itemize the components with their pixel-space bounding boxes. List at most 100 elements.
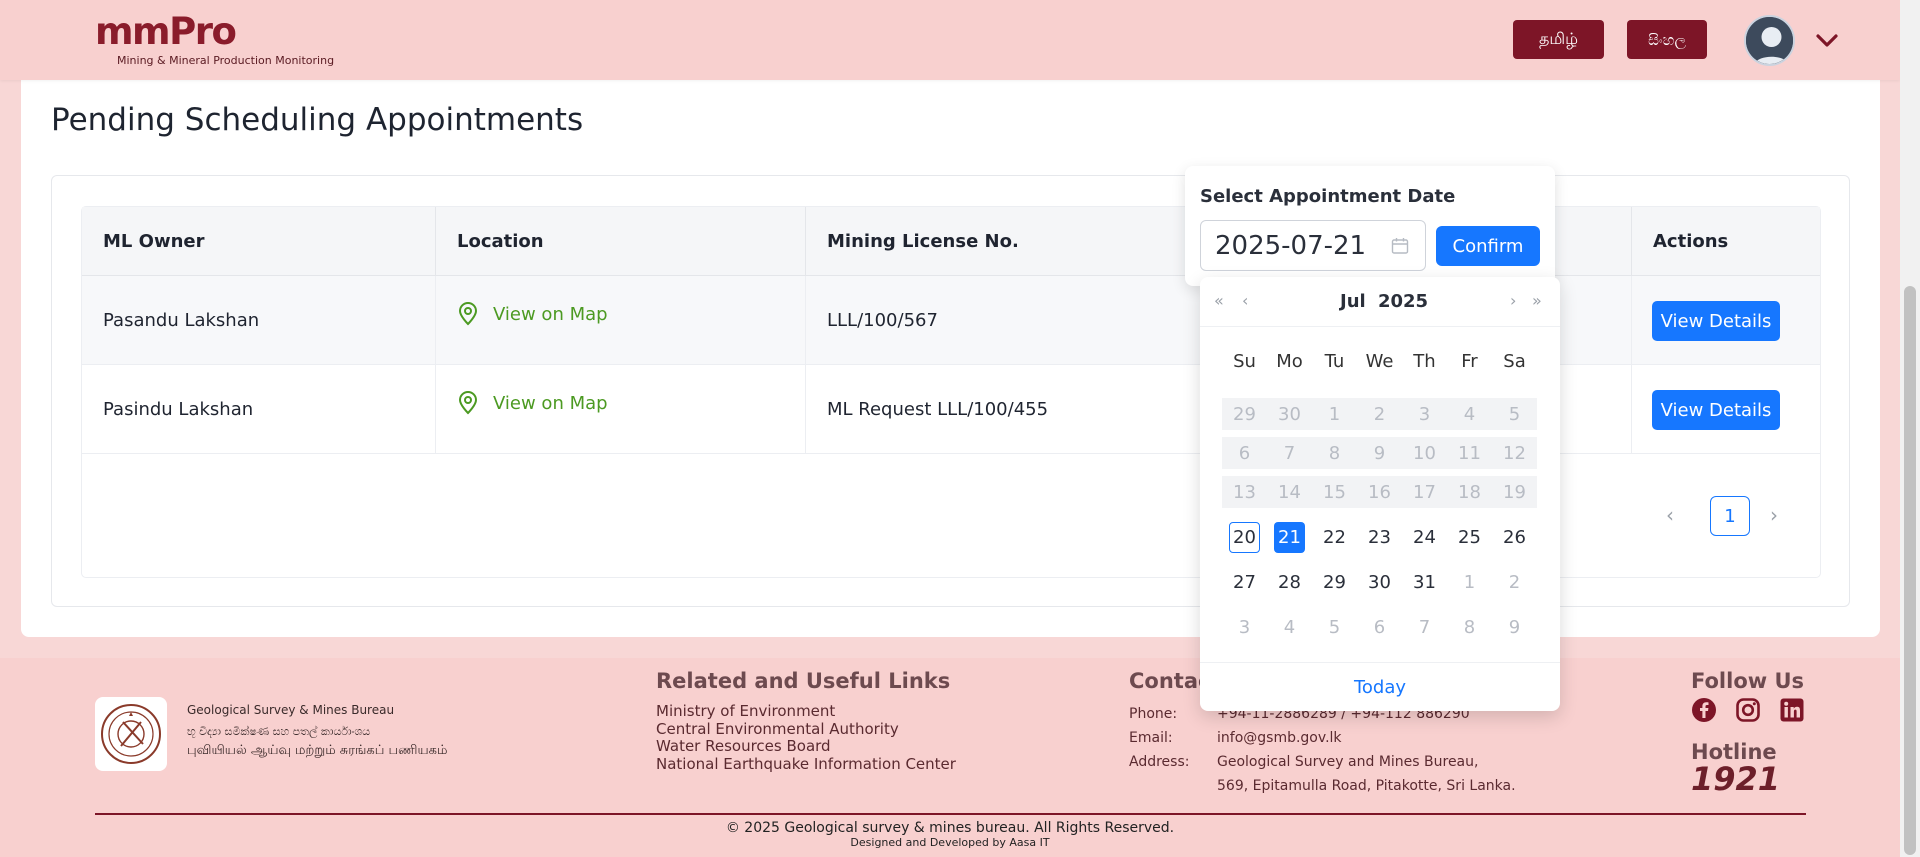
footer-divider: [95, 813, 1806, 815]
calendar-day[interactable]: 26: [1492, 527, 1537, 548]
appointment-date-input[interactable]: 2025-07-21: [1200, 220, 1426, 271]
calendar-day[interactable]: 24: [1402, 527, 1447, 548]
copyright-text: © 2025 Geological survey & mines bureau.…: [725, 820, 1175, 836]
linkedin-icon[interactable]: [1779, 697, 1805, 723]
calendar-day[interactable]: 22: [1312, 527, 1357, 548]
calendar-day-disabled: 4: [1463, 403, 1476, 425]
view-details-button[interactable]: View Details: [1652, 390, 1780, 430]
org-name-sinhala: භූ විද්‍යා සමීක්ෂණ සහ පතල් කාර්යාංශය: [187, 725, 371, 738]
prev-month-button[interactable]: ‹: [1242, 291, 1248, 310]
cell-owner: Pasandu Lakshan: [82, 276, 436, 365]
cell-owner: Pasindu Lakshan: [82, 365, 436, 454]
calendar-day-selected[interactable]: 21: [1267, 522, 1312, 553]
calendar-day-next-month[interactable]: 2: [1492, 572, 1537, 593]
calendar-day-disabled: 18: [1458, 481, 1481, 503]
today-button[interactable]: Today: [1200, 662, 1560, 711]
date-input-value: 2025-07-21: [1215, 230, 1367, 261]
calendar-day-disabled: 17: [1413, 481, 1436, 503]
popup-title: Select Appointment Date: [1200, 186, 1456, 207]
calendar-day-disabled: 9: [1373, 442, 1386, 464]
calendar-day-disabled: 12: [1503, 442, 1526, 464]
cell-license: LLL/100/567: [827, 310, 938, 331]
calendar-day[interactable]: 31: [1402, 572, 1447, 593]
calendar-day-next-month[interactable]: 9: [1492, 617, 1537, 638]
facebook-icon[interactable]: [1691, 697, 1717, 723]
calendar-day-next-month[interactable]: 5: [1312, 617, 1357, 638]
calendar-day-grid: 29 30 1 2 3 4 5 6 7 8 9 10 11 12 13 14 1…: [1222, 392, 1537, 650]
page-scrollbar[interactable]: [1900, 0, 1920, 857]
calendar-day[interactable]: 25: [1447, 527, 1492, 548]
language-sinhala-button[interactable]: සිංහල: [1627, 20, 1707, 59]
calendar-day-today[interactable]: 20: [1222, 522, 1267, 553]
view-on-map-link[interactable]: View on Map: [457, 391, 608, 415]
calendar-day[interactable]: 30: [1357, 572, 1402, 593]
user-avatar-icon: [1746, 17, 1793, 64]
calendar-day[interactable]: 23: [1357, 527, 1402, 548]
user-avatar[interactable]: [1744, 15, 1795, 66]
weekday-label: Sa: [1503, 351, 1526, 372]
calendar-year[interactable]: 2025: [1378, 291, 1428, 312]
calendar-day-next-month[interactable]: 4: [1267, 617, 1312, 638]
calendar-month[interactable]: Jul: [1340, 291, 1366, 312]
calendar-day-disabled: 13: [1233, 481, 1256, 503]
language-tamil-button[interactable]: தமிழ்: [1513, 20, 1604, 59]
date-picker-calendar: « ‹ Jul 2025 › » Su Mo Tu We Th Fr Sa 29…: [1200, 277, 1560, 711]
calendar-day-next-month[interactable]: 3: [1222, 617, 1267, 638]
calendar-week-row: 20 21 22 23 24 25 26: [1222, 515, 1537, 560]
column-header-license: Mining License No.: [827, 231, 1019, 252]
calendar-day[interactable]: 29: [1312, 572, 1357, 593]
org-name: Geological Survey & Mines Bureau: [187, 703, 395, 717]
calendar-day-disabled: 29: [1233, 403, 1256, 425]
calendar-day-disabled: 1: [1328, 403, 1341, 425]
view-on-map-link[interactable]: View on Map: [457, 302, 608, 326]
table-header-row: ML Owner Location Mining License No. Act…: [82, 207, 1820, 276]
email-value[interactable]: info@gsmb.gov.lk: [1217, 726, 1342, 750]
footer-link[interactable]: Ministry of Environment: [656, 702, 956, 721]
calendar-day[interactable]: 28: [1267, 572, 1312, 593]
column-header-owner: ML Owner: [82, 207, 436, 276]
gsmb-seal-icon: [101, 704, 161, 764]
pagination-prev-button[interactable]: ‹: [1666, 503, 1674, 527]
logo-subtitle: Mining & Mineral Production Monitoring: [117, 54, 335, 67]
calendar-day[interactable]: 27: [1222, 572, 1267, 593]
address-label: Address:: [1129, 754, 1190, 770]
next-year-button[interactable]: »: [1532, 291, 1542, 310]
top-header: mmPro Mining & Mineral Production Monito…: [0, 0, 1900, 80]
calendar-day-next-month[interactable]: 1: [1447, 572, 1492, 593]
view-on-map-label: View on Map: [493, 303, 608, 325]
pagination-page-button[interactable]: 1: [1710, 496, 1750, 536]
footer-link[interactable]: National Earthquake Information Center: [656, 755, 956, 774]
calendar-day-next-month[interactable]: 7: [1402, 617, 1447, 638]
calendar-day-next-month[interactable]: 8: [1447, 617, 1492, 638]
weekday-header-row: Su Mo Tu We Th Fr Sa: [1222, 351, 1537, 372]
next-month-button[interactable]: ›: [1510, 291, 1516, 310]
calendar-day-next-month[interactable]: 6: [1357, 617, 1402, 638]
phone-label: Phone:: [1129, 706, 1178, 722]
confirm-button[interactable]: Confirm: [1436, 226, 1540, 266]
calendar-day-disabled: 11: [1458, 442, 1481, 464]
calendar-day-disabled: 3: [1418, 403, 1431, 425]
view-details-button[interactable]: View Details: [1652, 301, 1780, 341]
chevron-down-icon[interactable]: [1813, 26, 1841, 54]
view-on-map-label: View on Map: [493, 392, 608, 414]
address-line-1: Geological Survey and Mines Bureau,: [1217, 754, 1479, 770]
pagination-next-button[interactable]: ›: [1770, 503, 1778, 527]
prev-year-button[interactable]: «: [1214, 291, 1224, 310]
calendar-day-disabled: 16: [1368, 481, 1391, 503]
calendar-day-disabled: 5: [1508, 403, 1521, 425]
calendar-week-row: 29 30 1 2 3 4 5: [1222, 398, 1537, 430]
scrollbar-thumb[interactable]: [1904, 286, 1916, 855]
calendar-day-disabled: 10: [1413, 442, 1436, 464]
calendar-day-disabled: 14: [1278, 481, 1301, 503]
instagram-icon[interactable]: [1735, 697, 1761, 723]
social-links: [1691, 697, 1805, 723]
footer-link[interactable]: Water Resources Board: [656, 737, 956, 756]
calendar-week-row: 6 7 8 9 10 11 12: [1222, 437, 1537, 469]
calendar-header: « ‹ Jul 2025 › »: [1200, 277, 1560, 327]
cell-license: ML Request LLL/100/455: [827, 399, 1049, 420]
calendar-day-label: 21: [1274, 522, 1305, 553]
app-logo[interactable]: mmPro Mining & Mineral Production Monito…: [95, 12, 335, 68]
address-line-2: 569, Epitamulla Road, Pitakotte, Sri Lan…: [1217, 778, 1516, 794]
calendar-day-label: 20: [1229, 522, 1260, 553]
footer-link[interactable]: Central Environmental Authority: [656, 720, 956, 739]
